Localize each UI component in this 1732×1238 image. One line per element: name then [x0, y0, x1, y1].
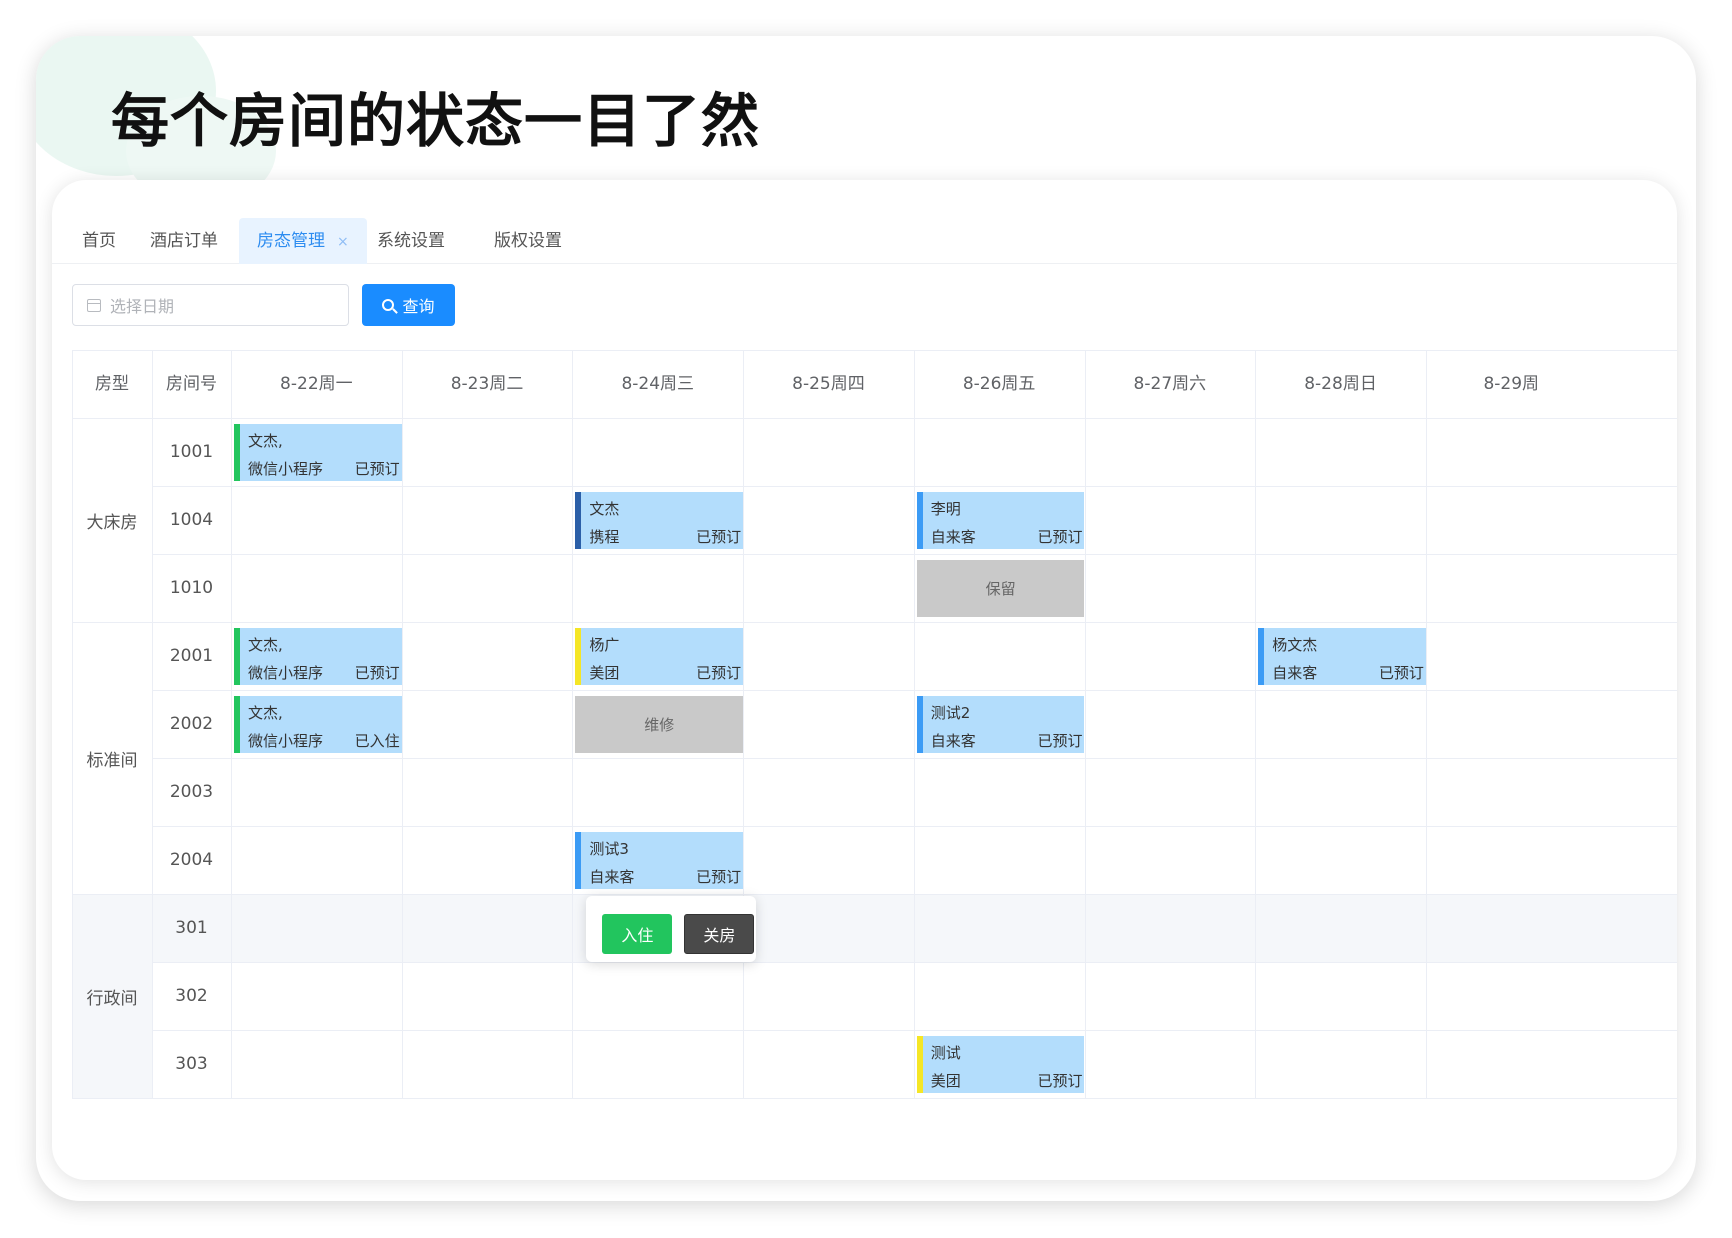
room-block[interactable]: 维修	[575, 696, 744, 753]
grid-line	[72, 1098, 1677, 1099]
guest-name: 文杰,	[248, 636, 283, 654]
grid-line	[72, 622, 1677, 623]
booking-status: 已预订	[1378, 664, 1424, 682]
booking-block[interactable]: 杨广美团 已预订	[575, 628, 744, 685]
booking-status: 已预订	[696, 868, 742, 886]
column-header-date: 8-27周六	[1133, 374, 1207, 394]
column-header-date: 8-25周四	[792, 374, 865, 394]
tab-hotel-orders[interactable]: 酒店订单	[150, 218, 218, 264]
booking-block[interactable]: 李明自来客 已预订	[916, 492, 1085, 549]
highlighted-row	[72, 894, 1677, 962]
grid-line	[231, 350, 232, 1098]
guest-name: 文杰,	[248, 432, 283, 450]
booking-source: 美团	[930, 1072, 961, 1090]
column-header-date: 8-22周一	[280, 374, 353, 394]
close-icon[interactable]: ×	[337, 234, 349, 250]
date-picker-input[interactable]: 选择日期	[72, 284, 349, 326]
promo-headline: 每个房间的状态一目了然	[111, 87, 761, 155]
guest-name: 文杰	[589, 500, 620, 518]
booking-block[interactable]: 文杰携程 已预订	[575, 492, 744, 549]
booking-source: 携程	[589, 528, 620, 546]
grid-line	[72, 894, 1677, 895]
booking-status: 已预订	[354, 664, 400, 682]
column-header-date: 8-24周三	[621, 374, 695, 394]
tab-home[interactable]: 首页	[82, 218, 116, 264]
booking-source: 微信小程序	[248, 460, 324, 478]
column-header-date: 8-28周日	[1304, 374, 1377, 394]
guest-name: 测试	[930, 1044, 961, 1062]
column-header-room-number: 房间号	[166, 374, 217, 394]
room-number-cell: 303	[175, 1054, 208, 1074]
column-header-date: 8-23周二	[450, 374, 524, 394]
search-icon	[382, 299, 395, 311]
close-room-button[interactable]: 关房	[684, 914, 755, 954]
column-header-room-type: 房型	[95, 374, 129, 394]
booking-source: 自来客	[930, 528, 976, 546]
booking-block[interactable]: 文杰, 微信小程序 已入住	[234, 696, 402, 753]
room-number-cell: 1010	[169, 578, 214, 598]
column-header-date: 8-29周	[1483, 374, 1540, 394]
booking-block[interactable]: 文杰, 微信小程序 已预订	[234, 628, 402, 685]
date-placeholder: 选择日期	[110, 297, 175, 316]
guest-name: 杨广	[589, 636, 620, 654]
guest-name: 测试2	[930, 704, 971, 722]
grid-line	[72, 418, 1677, 419]
tab-copyright-settings[interactable]: 版权设置	[494, 218, 562, 264]
booking-status: 已预订	[1037, 732, 1083, 750]
room-number-cell: 2003	[169, 782, 214, 802]
room-number-cell: 301	[175, 918, 208, 938]
grid-line	[1084, 350, 1086, 1098]
room-number-cell: 2001	[169, 646, 214, 666]
app-window: 首页 酒店订单 房态管理 × 系统设置 版权设置 选择日期 查询 房型 房间号 8-2…	[52, 180, 1677, 1180]
tab-label: 房态管理	[257, 231, 325, 251]
check-in-button[interactable]: 入住	[602, 914, 673, 954]
room-action-popover: 入住 关房	[586, 896, 757, 962]
room-status-grid: 房型 房间号 8-22周一 8-23周二 8-24周三 8-25周四 8-26周五 8-27周…	[72, 350, 1677, 1180]
booking-block[interactable]: 测试3 自来客 已预订	[575, 832, 744, 889]
grid-line	[401, 350, 403, 1098]
booking-source: 微信小程序	[248, 664, 324, 682]
booking-block[interactable]: 测试2 自来客 已预订	[916, 696, 1085, 753]
grid-line	[743, 350, 745, 1098]
booking-source: 自来客	[930, 732, 976, 750]
booking-status: 已预订	[696, 664, 742, 682]
room-number-cell: 1004	[169, 510, 214, 530]
booking-status: 已预订	[696, 528, 742, 546]
query-button[interactable]: 查询	[362, 284, 455, 326]
room-type-cell: 标准间	[86, 750, 138, 771]
tab-room-status[interactable]: 房态管理 ×	[239, 218, 367, 264]
booking-source: 自来客	[1272, 664, 1318, 682]
booking-block[interactable]: 杨文杰自来客 已预订	[1258, 628, 1426, 685]
room-number-cell: 1001	[169, 442, 214, 462]
calendar-icon	[87, 298, 101, 312]
room-number-cell: 302	[175, 986, 208, 1006]
booking-status: 已入住	[354, 732, 400, 750]
grid-line	[913, 350, 915, 1098]
booking-source: 微信小程序	[248, 732, 324, 750]
guest-name: 李明	[930, 500, 961, 518]
room-block[interactable]: 保留	[916, 560, 1085, 617]
room-type-cell: 行政间	[86, 988, 138, 1009]
grid-line	[1255, 350, 1257, 1098]
grid-line	[572, 350, 574, 1098]
booking-source: 美团	[589, 664, 620, 682]
tab-system-settings[interactable]: 系统设置	[377, 218, 445, 264]
booking-status: 已预订	[1037, 528, 1083, 546]
guest-name: 杨文杰	[1272, 636, 1318, 654]
booking-block[interactable]: 测试美团 已预订	[916, 1036, 1085, 1093]
grid-line	[1425, 350, 1427, 1098]
query-label: 查询	[402, 297, 435, 316]
room-type-cell: 大床房	[86, 512, 138, 533]
column-header-date: 8-26周五	[962, 374, 1036, 394]
booking-status: 已预订	[1037, 1072, 1083, 1090]
tab-bar: 首页 酒店订单 房态管理 × 系统设置 版权设置	[52, 218, 1677, 264]
booking-source: 自来客	[589, 868, 635, 886]
guest-name: 测试3	[589, 840, 629, 858]
booking-status: 已预订	[354, 460, 400, 478]
booking-block[interactable]: 文杰, 微信小程序 已预订	[234, 424, 402, 481]
guest-name: 文杰,	[248, 704, 283, 722]
room-number-cell: 2002	[169, 714, 214, 734]
room-number-cell: 2004	[169, 850, 214, 870]
